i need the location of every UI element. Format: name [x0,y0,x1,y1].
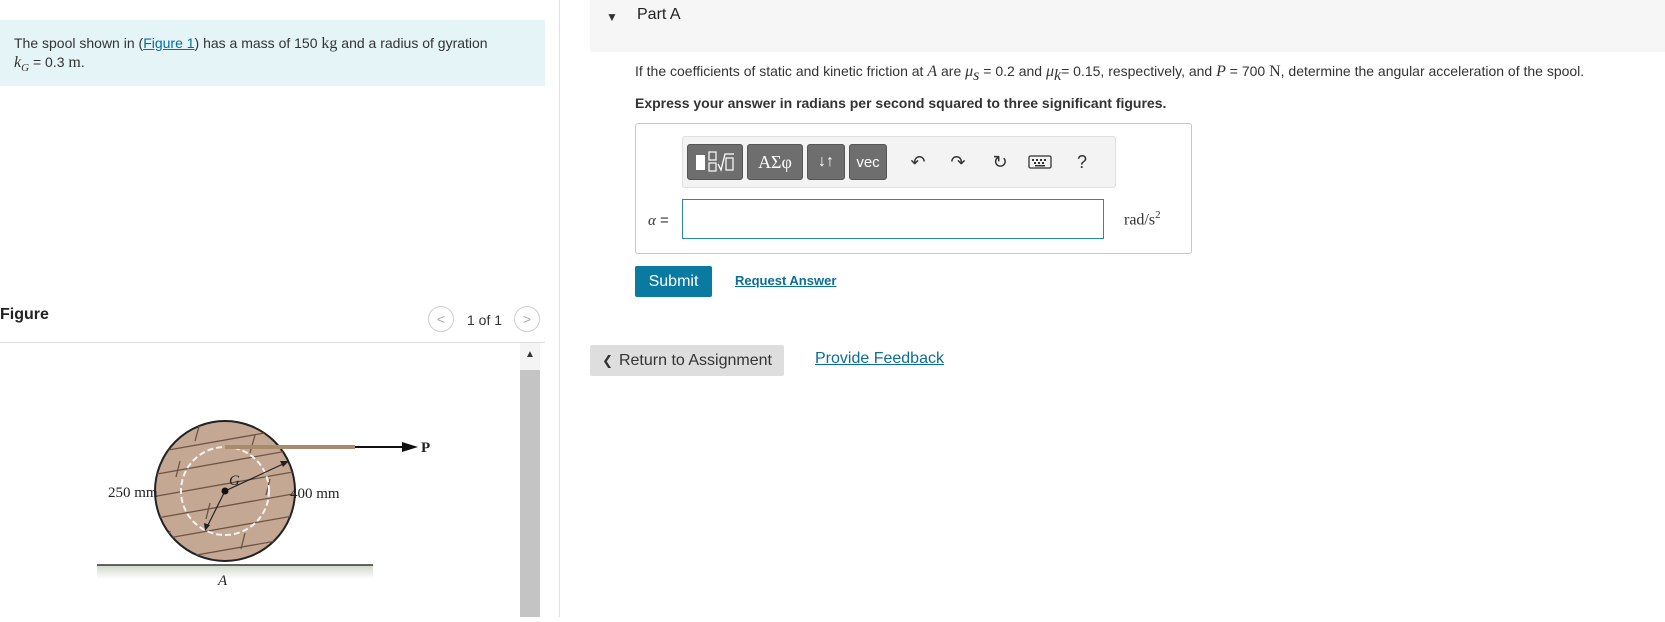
spool-diagram: 250 mm G 400 mm P A [97,420,430,589]
answer-unit: rad/s2 [1124,209,1161,229]
greek-symbols-button[interactable]: ΑΣφ [747,144,803,180]
left-panel: The spool shown in (Figure 1) has a mass… [0,0,545,617]
part-header[interactable]: ▼ Part A [590,0,1665,52]
undo-icon[interactable]: ↶ [905,149,931,175]
figure-link[interactable]: Figure 1 [143,35,194,51]
outer-radius-label: 400 mm [290,486,340,502]
answer-unit-exponent: 2 [1155,209,1161,221]
scroll-up-arrow-icon[interactable]: ▲ [520,347,540,361]
figure-image: 250 mm G 400 mm P A [0,343,520,617]
inner-radius-label: 250 mm [108,485,158,501]
mu-static-symbol: μ [965,63,974,80]
request-answer-link[interactable]: Request Answer [735,273,836,288]
panel-divider [559,0,560,617]
gyration-unit: m [68,54,81,71]
subscript-superscript-button[interactable]: ↓↑ [807,144,845,180]
force-unit: N [1269,63,1281,80]
return-to-assignment-button[interactable]: ❮ Return to Assignment [590,345,784,376]
force-label: P [421,440,430,456]
question-text-2: are [937,63,966,79]
question-text: If the coefficients of static and kineti… [635,63,1584,85]
figure-title: Figure [0,306,49,323]
answer-unit-text: rad/s [1124,211,1156,229]
scroll-thumb[interactable] [520,370,540,617]
question-text-4: = 0.15, respectively, and [1061,63,1217,79]
reset-icon[interactable]: ↻ [987,149,1013,175]
next-figure-button[interactable]: > [514,306,540,332]
question-text-3: = 0.2 and [979,63,1046,79]
answer-box: ΑΣφ ↓↑ vec ↶ ↷ ↻ ? α = rad/s2 [635,123,1192,254]
previous-figure-button[interactable]: < [428,306,454,332]
force-arrowhead [402,442,418,452]
chevron-left-icon: ❮ [602,352,613,368]
figure-counter: 1 of 1 [467,312,503,328]
center-label: G [229,473,240,489]
center-point [221,487,229,495]
problem-text-3: and a radius of gyration [337,35,488,51]
gyration-subscript: G [21,61,30,74]
problem-text-1: The spool shown in ( [14,35,144,51]
problem-end: . [80,54,85,70]
keyboard-icon[interactable] [1027,149,1053,175]
answer-variable-label: α = [648,212,669,230]
templates-button[interactable] [687,144,743,180]
vector-button[interactable]: vec [849,144,887,180]
problem-statement: The spool shown in (Figure 1) has a mass… [0,20,545,86]
contact-point-label: A [217,573,228,589]
ground-shadow [97,565,373,579]
fraction-root-template-icon [696,151,734,172]
mass-unit: kg [321,35,338,52]
force-symbol: P [1216,63,1226,80]
math-toolbar: ΑΣφ ↓↑ vec ↶ ↷ ↻ ? [682,136,1116,188]
alpha-symbol: α [648,213,656,229]
submit-button[interactable]: Submit [635,266,712,297]
provide-feedback-link[interactable]: Provide Feedback [815,350,944,368]
question-text-1: If the coefficients of static and kineti… [635,63,928,79]
answer-instruction: Express your answer in radians per secon… [635,95,1167,111]
answer-input[interactable] [682,199,1104,239]
part-title: Part A [637,6,681,23]
mu-kinetic-symbol: μ [1045,63,1054,80]
question-text-6: , determine the angular acceleration of … [1280,63,1585,79]
chevron-left-icon: < [436,311,446,327]
redo-icon[interactable]: ↷ [945,149,971,175]
collapse-triangle-icon[interactable]: ▼ [606,10,618,24]
gyration-value: = 0.3 [29,54,69,70]
figure-header: Figure < 1 of 1 > [0,300,545,343]
help-icon[interactable]: ? [1069,149,1095,175]
equals-sign: = [655,212,669,229]
figure-scrollbar[interactable]: ▲ [520,343,540,617]
chevron-right-icon: > [522,311,532,327]
keyboard-glyph [1028,155,1052,169]
question-text-5: = 700 [1225,63,1270,79]
point-a: A [927,63,938,80]
return-label: Return to Assignment [618,351,772,369]
problem-text-2: ) has a mass of 150 [194,35,322,51]
